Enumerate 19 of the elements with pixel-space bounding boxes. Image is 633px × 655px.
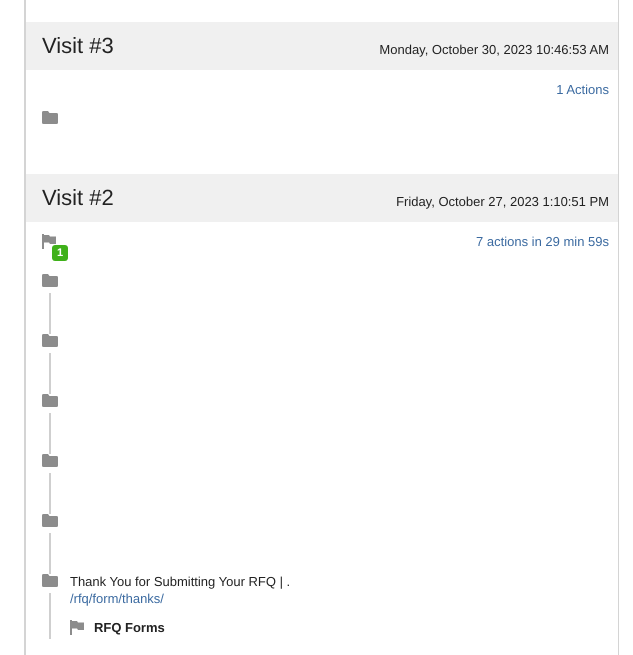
flag-icon	[70, 620, 84, 635]
visit-title: Visit #2	[42, 185, 114, 211]
visit-title: Visit #3	[42, 33, 114, 59]
flag-icon	[42, 234, 56, 249]
page-url-link[interactable]: /rfq/form/thanks/	[70, 591, 164, 606]
event-label: RFQ Forms	[94, 620, 165, 635]
count-badge: 1	[52, 245, 68, 261]
folder-icon	[42, 514, 58, 527]
folder-icon	[42, 454, 58, 467]
actions-summary-link[interactable]: 1 Actions	[42, 82, 609, 97]
folder-icon	[42, 394, 58, 407]
actions-summary-link[interactable]: 7 actions in 29 min 59s	[476, 234, 609, 249]
folder-icon	[42, 274, 58, 287]
folder-icon	[42, 334, 58, 347]
visit-date: Monday, October 30, 2023 10:46:53 AM	[379, 42, 609, 56]
page-title: Thank You for Submitting Your RFQ | .	[70, 574, 292, 589]
visit-date: Friday, October 27, 2023 1:10:51 PM	[396, 194, 609, 208]
folder-icon	[42, 111, 58, 124]
folder-icon	[42, 574, 58, 587]
